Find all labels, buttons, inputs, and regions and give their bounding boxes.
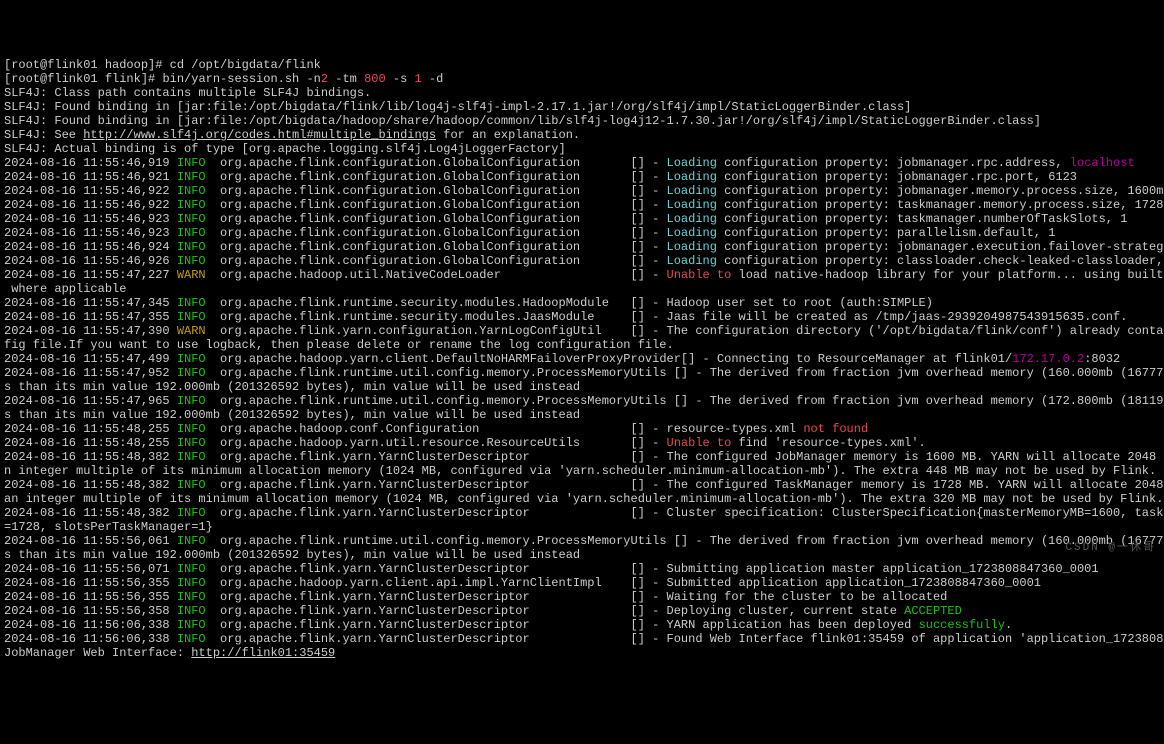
terminal-output: [root@flink01 hadoop]# cd /opt/bigdata/f… [4, 58, 1160, 660]
